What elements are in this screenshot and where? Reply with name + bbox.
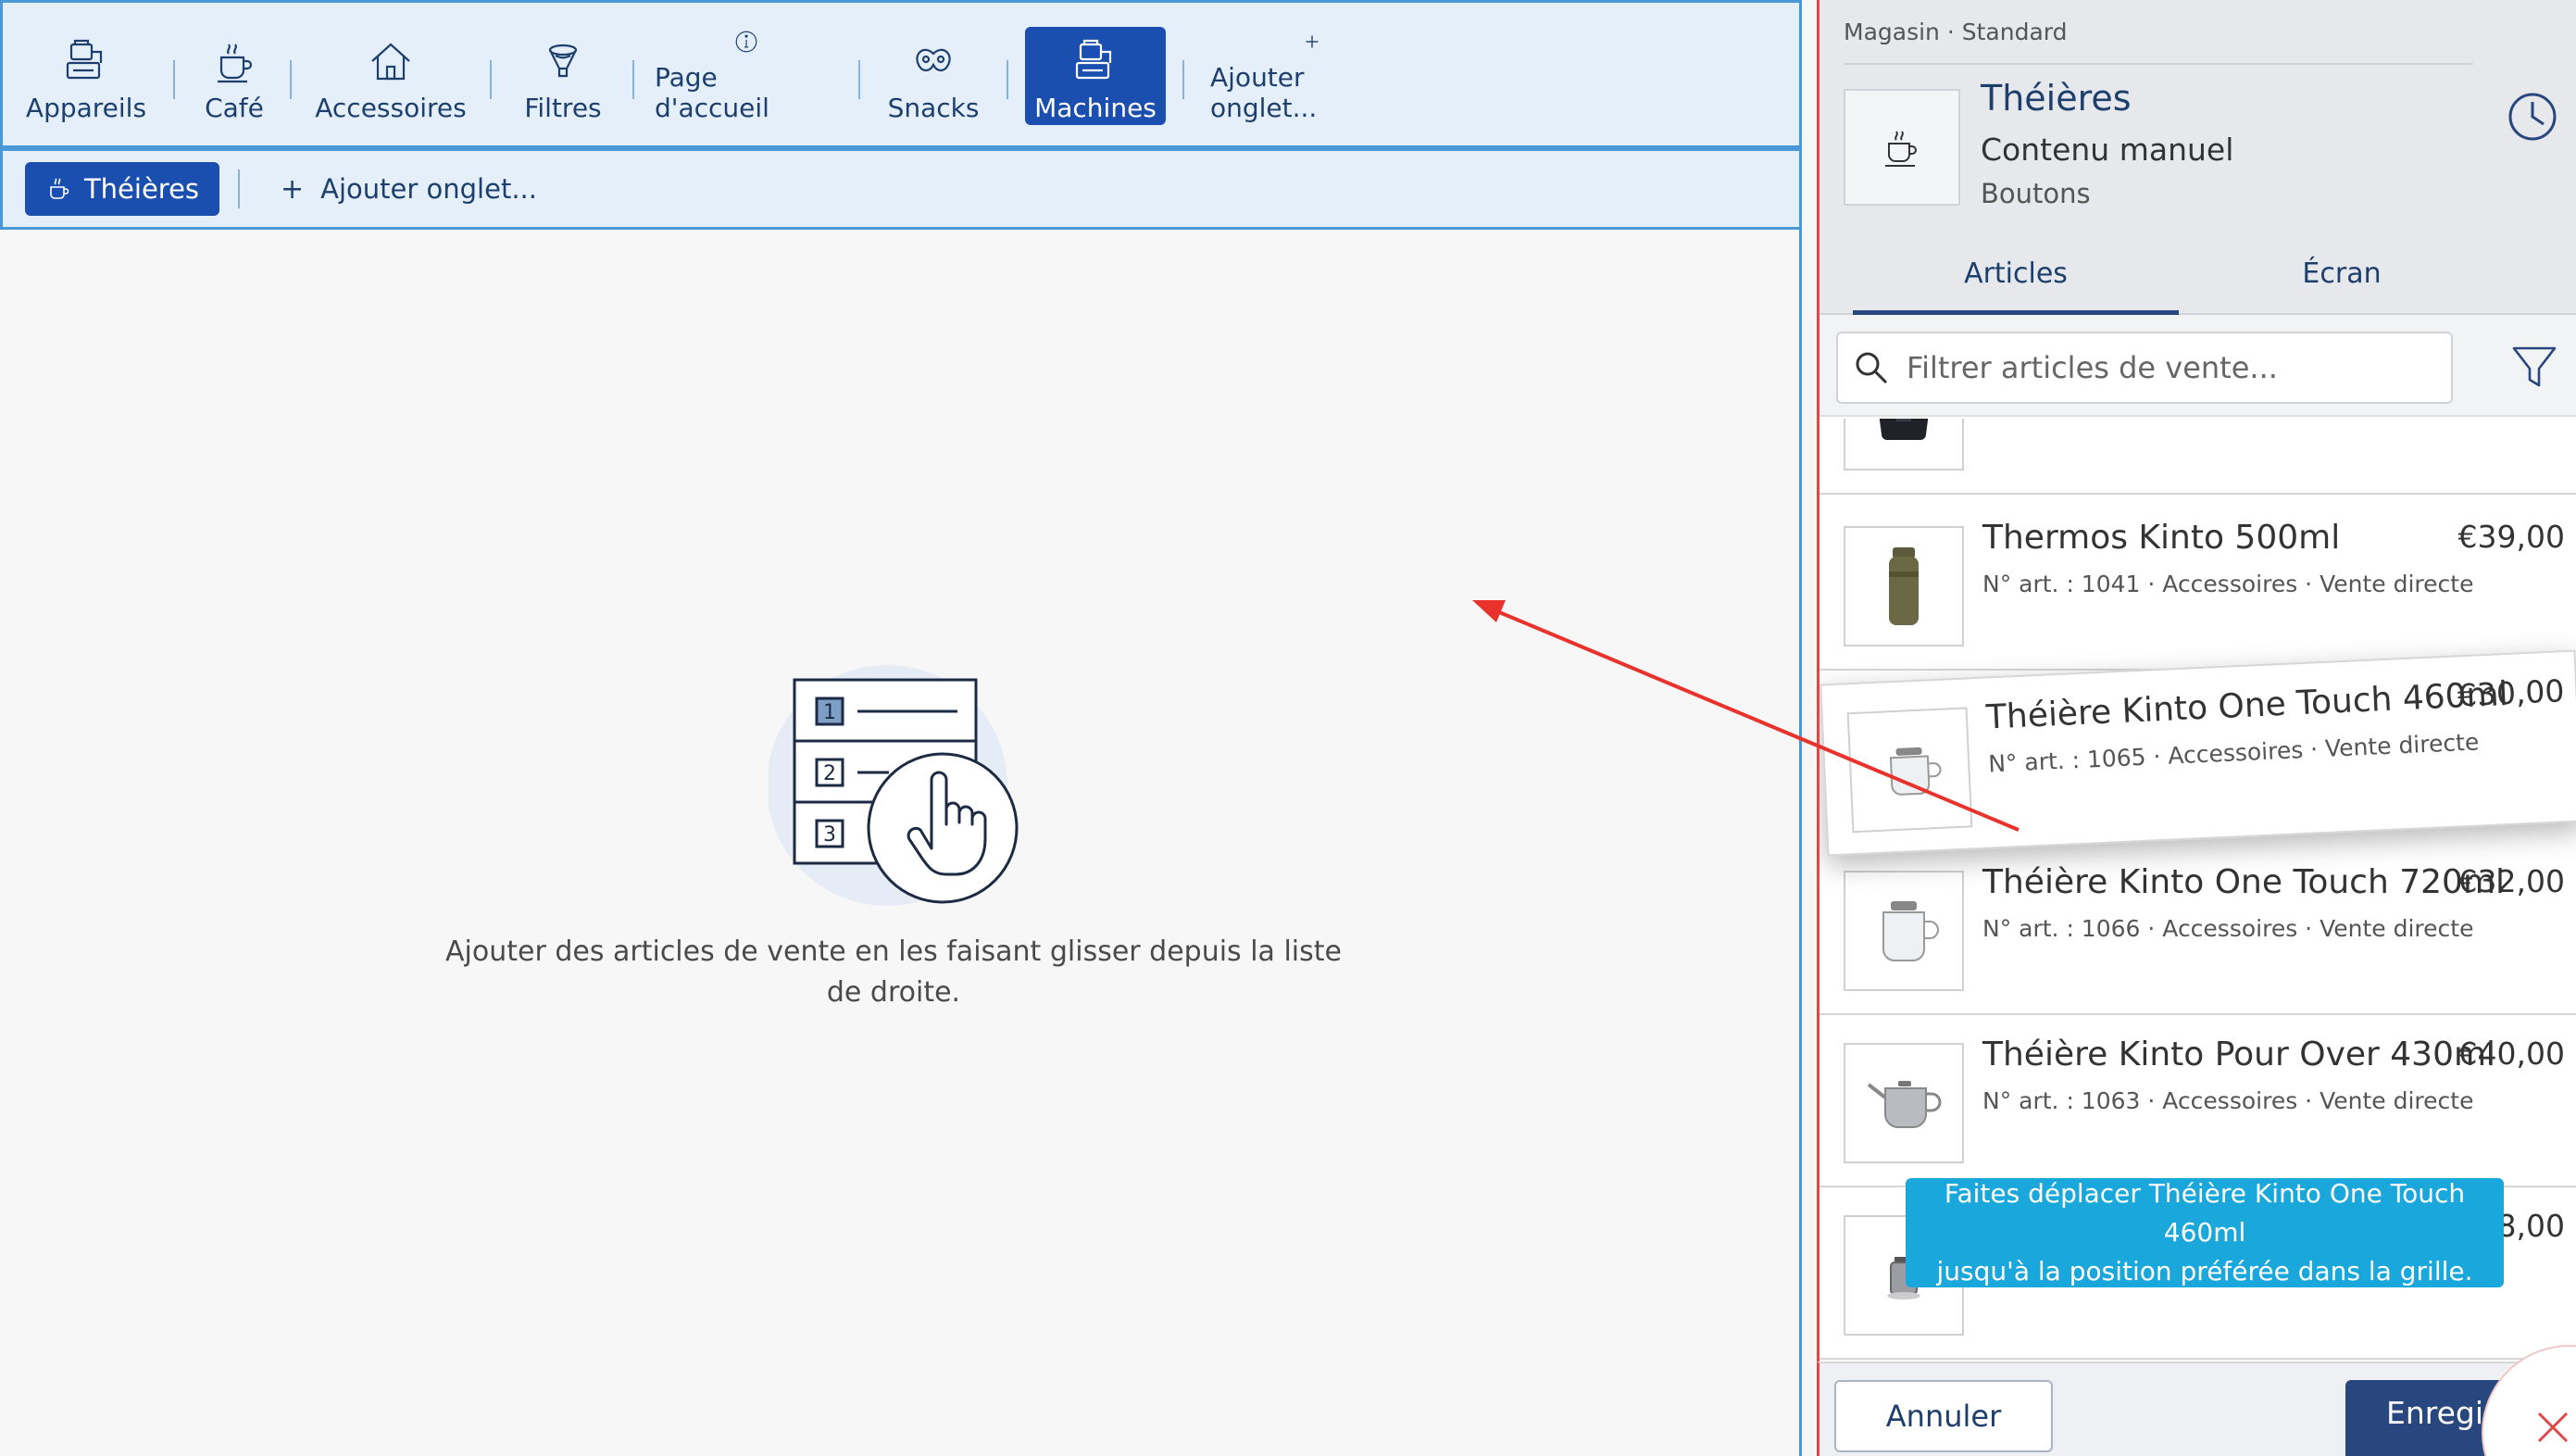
panel-tabs: Articles Écran xyxy=(1819,232,2576,317)
item-image xyxy=(1844,526,1964,646)
tab-label: Café xyxy=(205,93,264,123)
house-icon xyxy=(371,43,410,81)
layout-editor: Appareils Café Accessoires Filtres Page … xyxy=(0,0,1802,1456)
item-image xyxy=(1846,707,1973,834)
item-name: Thermos Kinto 500ml xyxy=(1982,519,2341,557)
add-category-tab-button[interactable]: Ajouter onglet... xyxy=(1210,29,1414,125)
item-meta: N° art. : 1063 · Accessoires · Vente dir… xyxy=(1982,1087,2474,1114)
add-subtab-button[interactable]: + Ajouter onglet... xyxy=(281,162,537,216)
subtab-label: Théières xyxy=(83,173,200,205)
layout-icon-box xyxy=(1844,89,1960,206)
item-price: €30,00 xyxy=(2457,672,2566,714)
tab-divider xyxy=(173,60,175,99)
dragged-list-item[interactable]: Théière Kinto One Touch 460ml N° art. : … xyxy=(1819,649,2576,857)
list-item[interactable]: Thermos Kinto 500ml N° art. : 1041 · Acc… xyxy=(1819,498,2576,671)
tab-divider xyxy=(238,169,240,208)
panel-type: Boutons xyxy=(1981,178,2091,209)
tab-appareils[interactable]: Appareils xyxy=(23,29,149,125)
tab-label: Ajouter onglet... xyxy=(1210,62,1318,123)
item-price: €32,00 xyxy=(2457,863,2565,899)
tab-snacks[interactable]: Snacks xyxy=(882,29,984,125)
search-box[interactable] xyxy=(1836,332,2453,404)
tab-divider xyxy=(290,60,292,99)
tab-label: Snacks xyxy=(887,93,980,123)
tab-machines[interactable]: Machines xyxy=(1025,27,1166,125)
svg-text:3: 3 xyxy=(823,823,836,847)
close-icon[interactable] xyxy=(2535,1410,2570,1445)
tab-label: Page d'accueil xyxy=(655,62,769,123)
devices-icon xyxy=(66,39,103,80)
tab-divider xyxy=(490,60,492,99)
tab-page-accueil[interactable]: Page d'accueil xyxy=(655,29,838,125)
search-row xyxy=(1819,315,2576,417)
list-item[interactable]: Théière Kinto One Touch 720ml N° art. : … xyxy=(1819,843,2576,1015)
tab-label: Accessoires xyxy=(315,93,467,123)
info-icon xyxy=(735,31,757,53)
tooltip-line: Faites déplacer Théière Kinto One Touch … xyxy=(1944,1178,2466,1248)
clock-icon[interactable] xyxy=(2507,91,2558,143)
coffee-cup-icon xyxy=(1885,131,1917,167)
item-meta: N° art. : 1041 · Accessoires · Vente dir… xyxy=(1982,571,2474,597)
tab-label: Articles xyxy=(1964,257,2068,290)
list-item[interactable] xyxy=(1819,419,2576,495)
tab-label: Machines xyxy=(1034,93,1157,123)
tab-articles[interactable]: Articles xyxy=(1853,232,2179,317)
subtab-theieres[interactable]: Théières xyxy=(25,162,219,216)
coffee-cup-icon xyxy=(218,44,253,83)
item-meta: N° art. : 1066 · Accessoires · Vente dir… xyxy=(1982,915,2474,942)
svg-text:1: 1 xyxy=(823,701,836,724)
svg-text:2: 2 xyxy=(823,762,836,785)
item-image xyxy=(1844,871,1964,991)
plus-icon xyxy=(1306,35,1319,48)
empty-state-message: Ajouter des articles de vente en les fai… xyxy=(445,935,1342,1009)
item-name: Théière Kinto Pour Over 430ml xyxy=(1982,1036,2496,1073)
thermos-icon xyxy=(1889,547,1919,625)
tab-divider xyxy=(858,60,860,99)
panel-subtitle: Contenu manuel xyxy=(1981,132,2234,168)
add-subtab-label: Ajouter onglet... xyxy=(320,173,537,205)
category-tab-bar: Appareils Café Accessoires Filtres Page … xyxy=(0,0,1802,148)
filter-funnel-icon xyxy=(548,44,578,78)
tab-ecran[interactable]: Écran xyxy=(2179,232,2505,315)
item-price: 8,00 xyxy=(2496,1208,2565,1244)
item-name: Théière Kinto One Touch 720ml xyxy=(1982,863,2506,901)
tab-label: Filtres xyxy=(524,93,602,123)
plus-icon: + xyxy=(281,172,305,206)
numbered-list-drag-hand-icon: 1 2 3 xyxy=(769,665,1019,906)
tab-label: Appareils xyxy=(25,93,147,123)
item-meta: N° art. : 1065 · Accessoires · Vente dir… xyxy=(1987,728,2480,778)
tab-accessoires[interactable]: Accessoires xyxy=(312,29,469,125)
list-item[interactable]: Théière Kinto Pour Over 430ml N° art. : … xyxy=(1819,1015,2576,1187)
pretzel-icon xyxy=(916,48,951,72)
panel-header: Magasin · Standard Théières Contenu manu… xyxy=(1819,0,2576,232)
teapot-glass-icon xyxy=(1882,901,1939,961)
tooltip-line: jusqu'à la position préférée dans la gri… xyxy=(1936,1256,2473,1287)
item-price: €40,00 xyxy=(2457,1036,2565,1072)
drag-hint-tooltip: Faites déplacer Théière Kinto One Touch … xyxy=(1906,1178,2504,1287)
coffee-cup-icon xyxy=(50,178,69,199)
tab-divider xyxy=(1182,60,1184,99)
teapot-glass-icon xyxy=(1889,747,1942,796)
panel-title: Théières xyxy=(1981,78,2132,119)
item-image xyxy=(1844,419,1964,471)
sub-tab-bar: Théières + Ajouter onglet... xyxy=(0,148,1802,230)
machine-icon xyxy=(1075,39,1112,80)
tab-cafe[interactable]: Café xyxy=(194,29,275,125)
search-icon xyxy=(1856,352,1888,384)
cancel-button[interactable]: Annuler xyxy=(1834,1380,2053,1452)
pour-over-kettle-icon xyxy=(1867,1081,1942,1128)
filter-icon[interactable] xyxy=(2508,341,2560,393)
tab-filtres[interactable]: Filtres xyxy=(512,29,614,125)
item-name: Théière Kinto One Touch 460ml xyxy=(1985,674,2509,737)
item-price: €39,00 xyxy=(2457,519,2565,555)
panel-footer: Annuler Enregis xyxy=(1817,1362,2576,1456)
tab-divider xyxy=(1007,60,1008,99)
tab-label: Écran xyxy=(2302,257,2382,290)
tab-divider xyxy=(632,60,634,99)
black-kettle-icon xyxy=(1879,419,1929,440)
breadcrumb: Magasin · Standard xyxy=(1844,19,2068,45)
item-image xyxy=(1844,1043,1964,1163)
search-input[interactable] xyxy=(1907,350,2425,385)
divider xyxy=(1844,63,2473,65)
